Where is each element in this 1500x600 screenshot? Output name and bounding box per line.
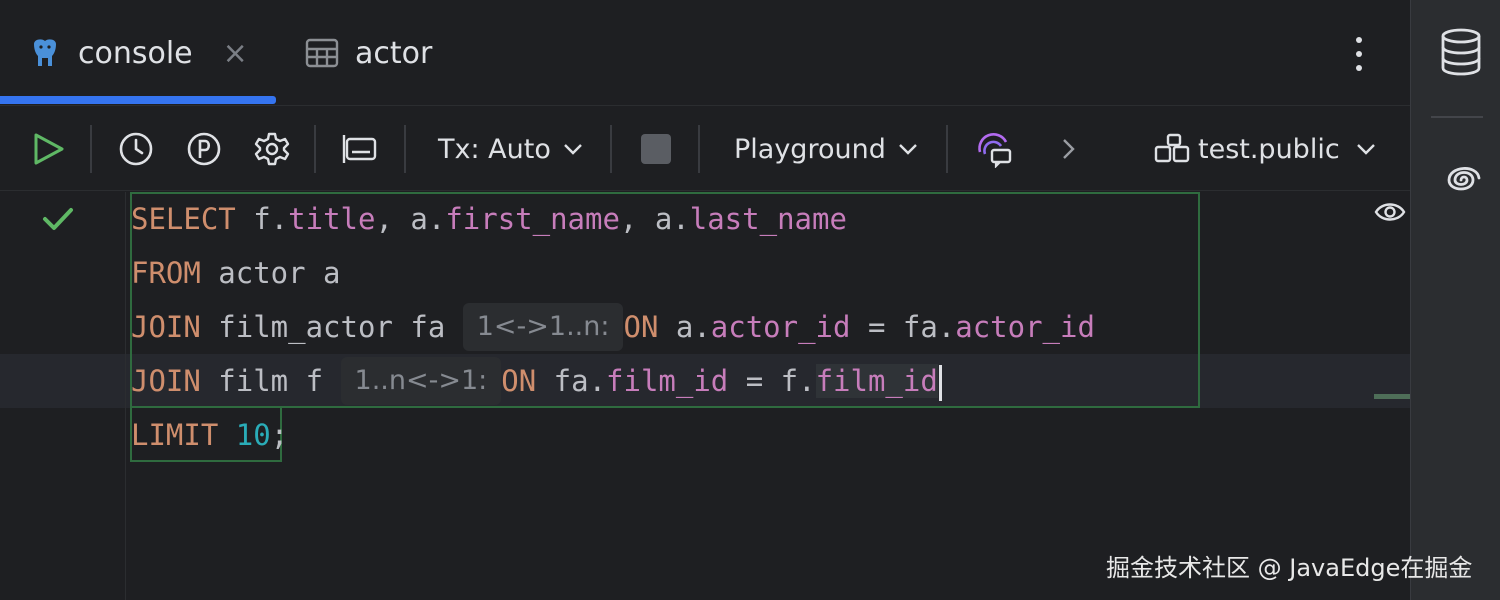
column-reference: first_name [445, 202, 620, 236]
transaction-mode-dropdown[interactable]: Tx: Auto [438, 107, 583, 191]
column-reference: film_id [815, 364, 938, 398]
watermark: 掘金技术社区 @ JavaEdge在掘金 [1106, 554, 1473, 582]
column-reference: actor_id [955, 310, 1095, 344]
schema-selector[interactable]: test.public [1154, 107, 1376, 191]
column-reference: title [288, 202, 376, 236]
tab-console-label: console [78, 35, 193, 71]
console-toolbar: Tx: Auto Playground test.public [0, 107, 1410, 191]
tab-actor-label: actor [355, 35, 433, 71]
stop-icon [641, 134, 671, 164]
code-token: a. [658, 310, 711, 344]
layout-button[interactable] [342, 107, 378, 191]
code-token: fa. [536, 364, 607, 398]
sql-keyword: SELECT [131, 202, 236, 236]
code-token: = fa. [850, 310, 956, 344]
tab-close-icon[interactable]: × [223, 36, 248, 71]
code-token: film f [200, 364, 341, 398]
text-caret [938, 365, 942, 401]
clock-icon [119, 132, 153, 166]
ai-chat-icon [978, 133, 1012, 168]
schema-label: test.public [1198, 133, 1340, 165]
code-token: film_actor fa [200, 310, 463, 344]
join-cardinality-hint: 1..n<->1: [340, 357, 502, 405]
stop-button[interactable] [640, 107, 672, 191]
parameters-button[interactable] [186, 107, 222, 191]
postgresql-elephant-icon [34, 39, 56, 66]
sql-keyword: ON [501, 364, 537, 398]
history-button[interactable] [118, 107, 154, 191]
ai-assistant-button[interactable] [976, 107, 1014, 191]
database-icon[interactable] [1439, 28, 1483, 76]
code-line[interactable]: JOIN film f 1..n<->1: ON fa.film_id = f.f… [131, 354, 942, 408]
transaction-mode-label: Tx: Auto [438, 133, 551, 165]
column-reference: actor_id [710, 310, 851, 344]
code-token: , a. [375, 202, 446, 236]
chevron-right-icon [1063, 139, 1075, 159]
code-token: f. [235, 202, 289, 236]
gear-icon [254, 132, 290, 166]
settings-button[interactable] [254, 107, 290, 191]
eye-icon[interactable] [1374, 200, 1406, 224]
table-icon [305, 38, 339, 68]
sql-editor[interactable]: SELECT f.title, a.first_name, a.last_nam… [0, 192, 1410, 600]
panel-layout-icon [342, 135, 377, 163]
checkmark-icon [43, 208, 73, 230]
code-token: actor a [200, 256, 341, 290]
tab-console[interactable]: console × [28, 0, 248, 106]
right-tool-strip [1410, 0, 1500, 600]
sql-keyword: JOIN [131, 364, 201, 398]
code-line[interactable]: FROM actor a [131, 246, 341, 300]
spiral-ai-icon[interactable] [1439, 158, 1483, 202]
editor-tab-bar: console × actor [0, 0, 1410, 106]
code-line[interactable]: SELECT f.title, a.first_name, a.last_nam… [131, 192, 847, 246]
column-reference: last_name [689, 202, 847, 236]
expand-toolbar-button[interactable] [1060, 107, 1078, 191]
sql-keyword: LIMIT [131, 418, 219, 452]
editor-gutter [0, 192, 126, 600]
column-reference: film_id [606, 364, 729, 398]
code-token: , a. [619, 202, 690, 236]
code-token: = f. [728, 364, 816, 398]
tab-actor[interactable]: actor [305, 0, 432, 106]
playground-dropdown[interactable]: Playground [734, 107, 918, 191]
sql-keyword: FROM [131, 256, 201, 290]
schema-icon [1154, 133, 1190, 163]
parameter-p-icon [187, 132, 221, 166]
playground-label: Playground [734, 133, 886, 165]
chevron-down-icon [1356, 144, 1375, 155]
chevron-down-icon [563, 144, 582, 155]
code-line[interactable]: JOIN film_actor fa 1<->1..n: ON a.actor_i… [131, 300, 1095, 354]
join-cardinality-hint: 1<->1..n: [462, 303, 624, 351]
chevron-down-icon [898, 144, 917, 155]
active-tab-indicator [0, 96, 276, 104]
run-button[interactable] [30, 107, 66, 191]
more-options-icon[interactable] [1346, 34, 1372, 74]
numeric-literal: 10 [235, 418, 271, 452]
sql-keyword: JOIN [131, 310, 201, 344]
run-icon [34, 133, 64, 165]
sql-keyword: ON [623, 310, 659, 344]
scrollbar-marker [1374, 394, 1410, 399]
code-line[interactable]: LIMIT 10; [131, 408, 288, 462]
code-token: ; [270, 418, 289, 452]
